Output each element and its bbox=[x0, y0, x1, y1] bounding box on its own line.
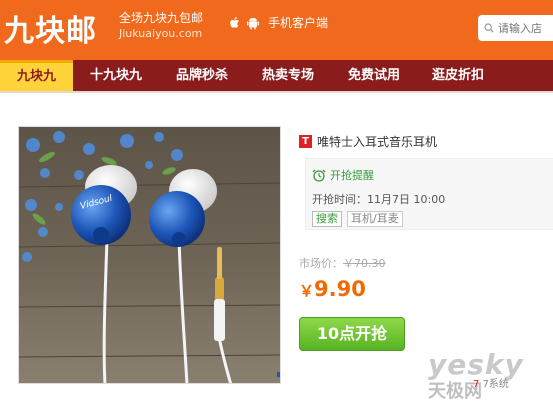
tag-search[interactable]: 搜索 bbox=[312, 211, 342, 227]
nav-item-brand-flash-sale[interactable]: 品牌秒杀 bbox=[159, 60, 245, 91]
market-price: 市场价：￥70.30 bbox=[299, 255, 386, 271]
nav-item-9-9[interactable]: 九块九 bbox=[0, 60, 73, 91]
site-header: 九块邮 全场九块九包邮 Jiukuaiyou.com 手机客户端 bbox=[0, 0, 553, 60]
nav-item-hot-sale[interactable]: 热卖专场 bbox=[245, 60, 331, 91]
price-currency: ￥ bbox=[299, 282, 315, 300]
search-icon[interactable] bbox=[484, 22, 494, 34]
apple-icon bbox=[230, 16, 239, 28]
footer-fragment-text: 7系统 bbox=[482, 379, 509, 390]
android-icon bbox=[247, 17, 259, 29]
buy-button[interactable]: 10点开抢 bbox=[299, 317, 405, 351]
product-title[interactable]: 唯特士入耳式音乐耳机 bbox=[317, 133, 437, 150]
product-tags: 搜索 耳机/耳麦 bbox=[312, 211, 408, 227]
nav-item-free-trial[interactable]: 免费试用 bbox=[331, 60, 417, 91]
footer-fragment-red: 7 bbox=[473, 379, 480, 390]
product-image[interactable]: Vidsoul bbox=[18, 126, 281, 384]
remind-label: 开抢提醒 bbox=[330, 169, 374, 182]
color-swatch-red[interactable] bbox=[277, 383, 281, 384]
price-value: 9.90 bbox=[314, 277, 366, 301]
market-price-value: ￥70.30 bbox=[343, 257, 386, 270]
footer-fragment: 7 7系统 bbox=[473, 375, 509, 390]
search-box[interactable] bbox=[478, 15, 553, 41]
market-price-label: 市场价： bbox=[299, 257, 343, 270]
earphones-photo: Vidsoul bbox=[19, 127, 280, 383]
product-title-row: T 唯特士入耳式音乐耳机 bbox=[299, 133, 437, 150]
site-slogan: 全场九块九包邮 bbox=[119, 11, 204, 25]
main-nav: 九块九 十九块九 品牌秒杀 热卖专场 免费试用 逛皮折扣 bbox=[0, 60, 553, 91]
tag-category[interactable]: 耳机/耳麦 bbox=[347, 211, 403, 227]
deal-detail: Vidsoul T 唯特士入耳式音乐耳机 开抢提醒 开抢时间：11月7日 10:… bbox=[0, 93, 553, 408]
deal-info-box: 开抢提醒 开抢时间：11月7日 10:00 搜索 耳机/耳麦 bbox=[305, 158, 553, 230]
remind-button[interactable]: 开抢提醒 bbox=[312, 167, 374, 183]
nav-item-browse-discount[interactable]: 逛皮折扣 bbox=[417, 60, 499, 91]
color-swatches bbox=[277, 372, 281, 384]
search-input[interactable] bbox=[498, 21, 553, 35]
color-swatch-blue[interactable] bbox=[277, 372, 280, 377]
deal-price: ￥9.90 bbox=[299, 277, 366, 301]
site-logo[interactable]: 九块邮 bbox=[4, 6, 97, 50]
mobile-app-link[interactable]: 手机客户端 bbox=[228, 14, 328, 31]
tmall-badge-icon: T bbox=[299, 135, 312, 148]
mobile-client-label: 手机客户端 bbox=[268, 16, 329, 30]
nav-item-19-9[interactable]: 十九块九 bbox=[73, 60, 159, 91]
site-domain: Jiukuaiyou.com bbox=[119, 27, 203, 40]
page: 九块邮 全场九块九包邮 Jiukuaiyou.com 手机客户端 请输入店 九块… bbox=[0, 0, 553, 408]
start-time: 开抢时间：11月7日 10:00 bbox=[312, 193, 446, 206]
alarm-clock-icon bbox=[312, 169, 326, 182]
